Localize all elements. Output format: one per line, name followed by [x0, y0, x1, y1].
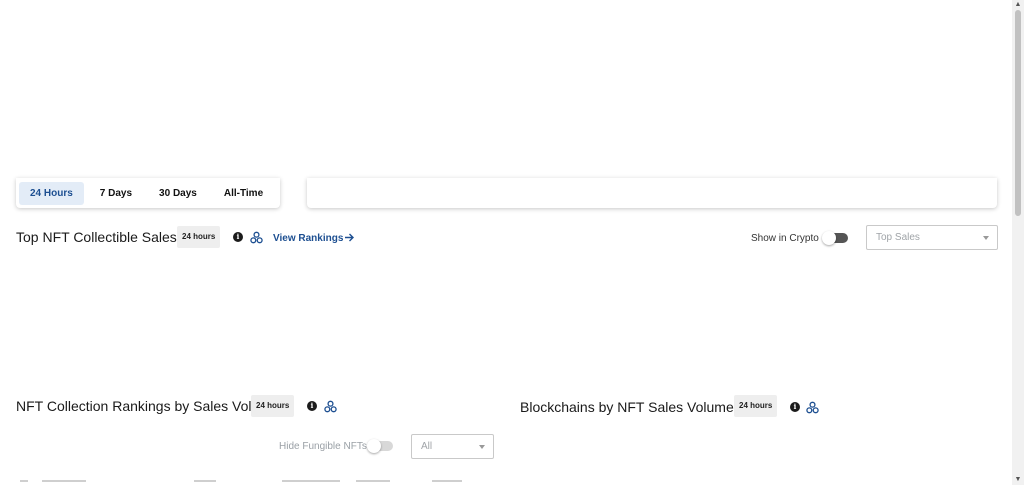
info-icon[interactable]: i: [307, 401, 317, 411]
tab-24-hours[interactable]: 24 Hours: [19, 181, 84, 205]
collection-rankings-period-badge: 24 hours: [251, 395, 295, 417]
blockchains-title: Blockchains by NFT Sales Volume: [520, 399, 734, 415]
sort-select-value: Top Sales: [876, 232, 920, 243]
chevron-down-icon: [479, 445, 485, 449]
scrollbar-thumb[interactable]: [1015, 10, 1021, 216]
top-sales-period-badge: 24 hours: [177, 226, 221, 248]
chevron-down-icon: [983, 236, 989, 240]
tab-30-days[interactable]: 30 Days: [148, 182, 208, 205]
chain-filter-value: All: [421, 441, 433, 452]
top-sales-title: Top NFT Collectible Sales: [16, 229, 177, 245]
time-range-tabs: 24 Hours 7 Days 30 Days All-Time: [16, 178, 280, 208]
blockchains-period-badge: 24 hours: [734, 395, 778, 417]
collection-rankings-title: NFT Collection Rankings by Sales Volume: [16, 398, 279, 414]
scroll-up-icon[interactable]: ▲: [1012, 0, 1024, 10]
tab-all-time[interactable]: All-Time: [213, 182, 274, 205]
show-in-crypto-toggle[interactable]: [822, 231, 848, 245]
hide-fungible-toggle[interactable]: [367, 439, 393, 453]
info-icon[interactable]: i: [233, 232, 243, 242]
arrow-right-icon[interactable]: [344, 232, 355, 243]
blockchain-icon[interactable]: [324, 400, 337, 413]
info-icon[interactable]: i: [790, 402, 800, 412]
blockchain-icon[interactable]: [806, 401, 819, 414]
sort-select[interactable]: Top Sales: [866, 225, 998, 250]
toggle-knob: [822, 231, 836, 245]
toggle-knob: [367, 439, 381, 453]
scroll-down-icon[interactable]: ▼: [1012, 475, 1024, 485]
show-in-crypto-label: Show in Crypto: [751, 233, 819, 244]
table-header-cutoff: [20, 480, 490, 485]
blockchain-icon[interactable]: [250, 231, 263, 244]
view-rankings-link[interactable]: View Rankings: [273, 233, 343, 244]
tab-7-days[interactable]: 7 Days: [89, 182, 143, 205]
view-rankings-label: View Rankings: [273, 233, 344, 244]
stats-card: [307, 178, 997, 208]
hide-fungible-label: Hide Fungible NFTs: [279, 441, 367, 452]
chain-filter-select[interactable]: All: [411, 434, 494, 459]
